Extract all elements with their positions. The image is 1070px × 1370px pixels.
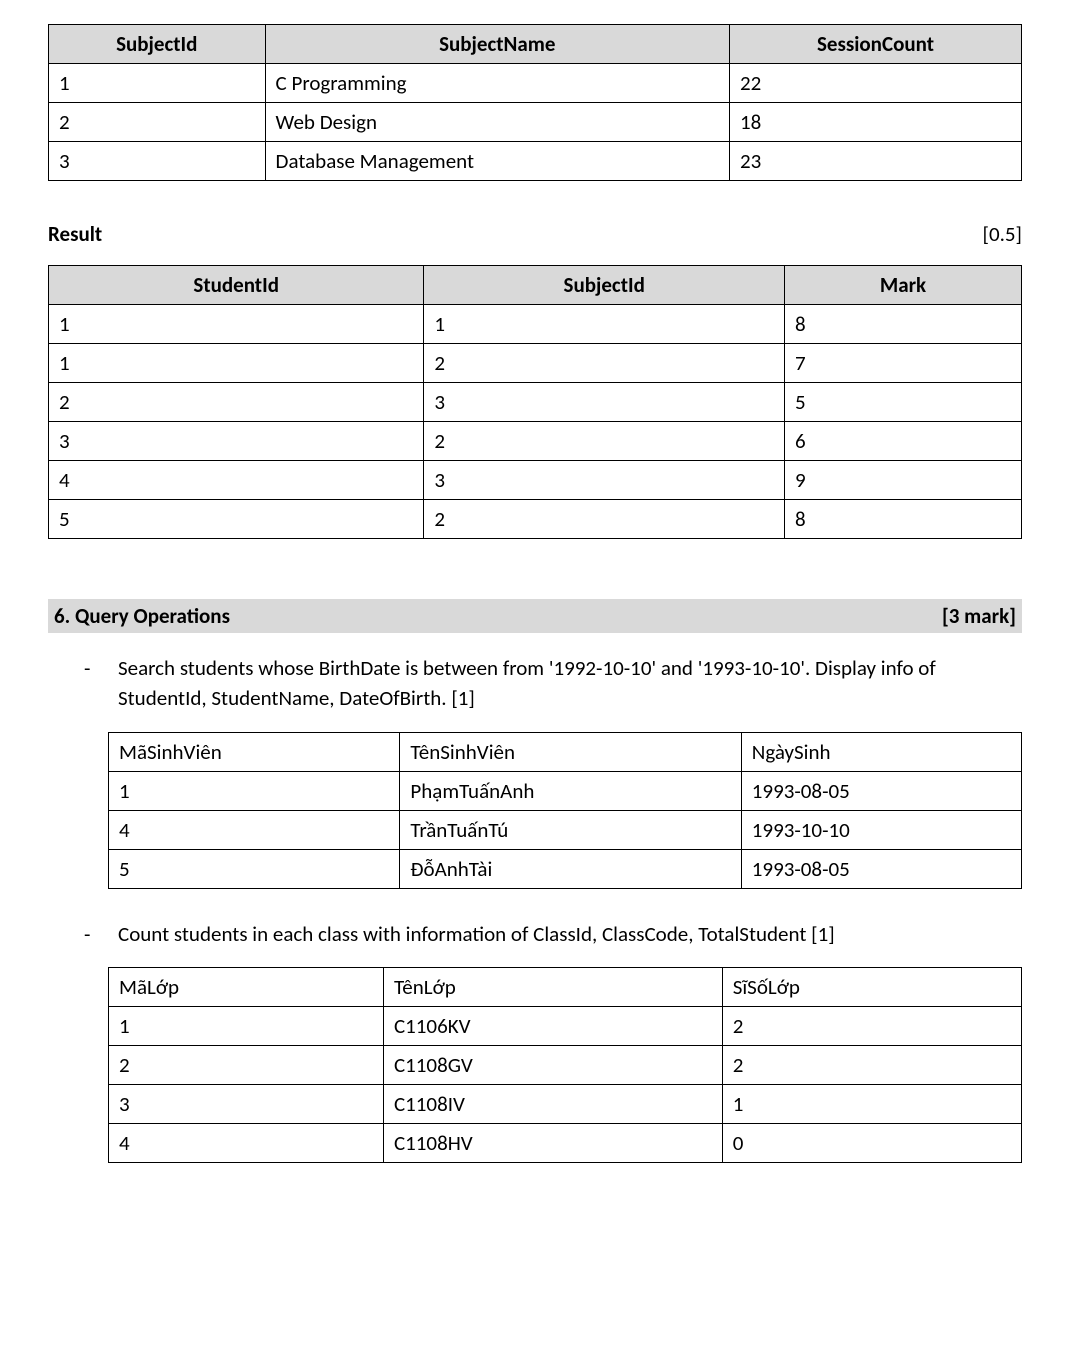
table-row: 2C1108GV2 — [109, 1046, 1022, 1085]
table-row: 3 Database Management 23 — [49, 142, 1022, 181]
table-row: 127 — [49, 344, 1022, 383]
table-row: 4C1108HV0 — [109, 1124, 1022, 1163]
col-mark: Mark — [784, 266, 1021, 305]
col-subjectid: SubjectId — [49, 25, 266, 64]
table-row: 4TrầnTuấnTú1993-10-10 — [109, 810, 1022, 849]
col-subjectid: SubjectId — [424, 266, 785, 305]
result-table: StudentId SubjectId Mark 118 127 235 326… — [48, 265, 1022, 539]
result-score: [0.5] — [983, 221, 1022, 247]
table-row: 118 — [49, 305, 1022, 344]
table-row: 1 C Programming 22 — [49, 64, 1022, 103]
result-heading-row: Result [0.5] — [48, 221, 1022, 247]
table-row: 2 Web Design 18 — [49, 103, 1022, 142]
col-malop: MãLớp — [109, 968, 384, 1007]
section6-title: 6. Query Operations — [54, 603, 230, 629]
table-row: 3C1108IV1 — [109, 1085, 1022, 1124]
col-ngaysinh: NgàySinh — [741, 732, 1021, 771]
table-row: 326 — [49, 422, 1022, 461]
table-header-row: MãLớp TênLớp SĩSốLớp — [109, 968, 1022, 1007]
table-row: 5ĐỗAnhTài1993-08-05 — [109, 849, 1022, 888]
col-subjectname: SubjectName — [265, 25, 729, 64]
query2-text: Count students in each class with inform… — [84, 919, 1022, 949]
query1-table: MãSinhViên TênSinhViên NgàySinh 1PhạmTuấ… — [108, 732, 1022, 889]
col-tensinhvien: TênSinhViên — [400, 732, 741, 771]
section6-score: [3 mark] — [942, 603, 1016, 629]
table-row: 439 — [49, 461, 1022, 500]
query1-text: Search students whose BirthDate is betwe… — [84, 653, 1022, 714]
table-header-row: SubjectId SubjectName SessionCount — [49, 25, 1022, 64]
table-row: 1C1106KV2 — [109, 1007, 1022, 1046]
col-masinhvien: MãSinhViên — [109, 732, 400, 771]
col-studentid: StudentId — [49, 266, 424, 305]
col-sessioncount: SessionCount — [729, 25, 1021, 64]
col-tenlop: TênLớp — [383, 968, 722, 1007]
subject-table: SubjectId SubjectName SessionCount 1 C P… — [48, 24, 1022, 181]
section6-bar: 6. Query Operations [3 mark] — [48, 599, 1022, 633]
query2-table: MãLớp TênLớp SĩSốLớp 1C1106KV2 2C1108GV2… — [108, 967, 1022, 1163]
col-sisolop: SĩSốLớp — [722, 968, 1021, 1007]
table-header-row: MãSinhViên TênSinhViên NgàySinh — [109, 732, 1022, 771]
table-header-row: StudentId SubjectId Mark — [49, 266, 1022, 305]
table-row: 1PhạmTuấnAnh1993-08-05 — [109, 771, 1022, 810]
table-row: 528 — [49, 500, 1022, 539]
table-row: 235 — [49, 383, 1022, 422]
result-label: Result — [48, 221, 102, 247]
